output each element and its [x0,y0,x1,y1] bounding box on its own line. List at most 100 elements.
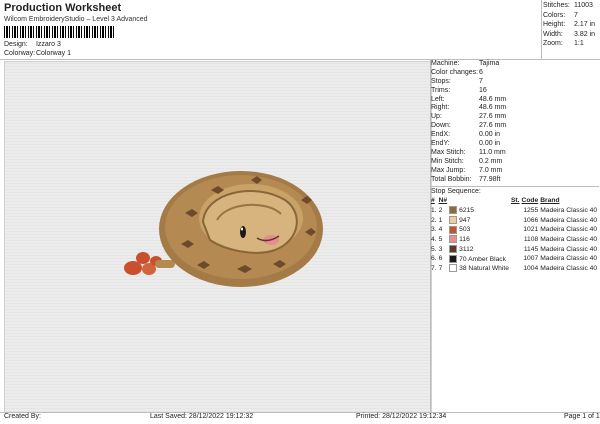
cell-n: 1 [438,216,443,224]
info-row: EndX: 0.00 in [431,131,599,140]
software-subtitle: Wilcom EmbroideryStudio – Level 3 Advanc… [4,16,148,23]
info-row: Color changes:6 [431,69,599,78]
cell-num: 5. [431,245,437,253]
cell-st: 1007 [523,255,539,263]
info-label: Color changes: [431,68,479,76]
stat-colors: Colors: 7 [543,12,595,22]
snake-head [201,190,298,254]
info-label: Max Jump: [431,166,466,174]
thread-color-swatch [449,225,458,234]
snake-embroidery-image [124,171,323,287]
info-row: Machine: Tajima [431,60,599,69]
cell-brand: Madeira Classic 40 [540,226,598,234]
info-value: 77.98ft [479,175,501,183]
cell-brand: Madeira Classic 40 [540,235,598,243]
info-label: Min Stitch: [431,157,464,165]
cell-n: 6 [438,255,443,263]
table-row: 5. 3 3112 1145 Madeira Classic 40 [431,244,599,254]
cell-n: 5 [438,235,443,243]
cell-n: 2 [438,206,443,214]
spacer-cell [511,215,522,225]
thread-color-swatch [449,206,458,215]
info-value: 11.0 mm [479,148,506,156]
spacer-cell [511,225,522,235]
cell-st: 1108 [523,235,539,243]
stat-value: 1:1 [574,40,584,47]
info-label: Trims: [431,86,451,94]
info-label: Right: [431,104,450,112]
stop-sequence-title: Stop Sequence: [431,186,599,195]
cell-brand: Madeira Classic 40 [540,255,598,263]
cell-brand: Madeira Classic 40 [540,264,598,272]
colorway-row: Colorway: Colorway 1 [4,50,71,57]
info-label: Up: [431,113,442,121]
info-label: Down: [431,122,451,130]
colorway-value: Colorway 1 [35,50,71,57]
table-row: 2. 1 947 1066 Madeira Classic 40 [431,215,599,225]
table-header-row: # N# St. Code Brand [431,196,599,205]
info-label: Left: [431,95,445,103]
design-label: Design: [4,41,28,48]
cell-num: 2. [431,216,437,224]
thread-swatch-cell: 6215 [449,205,511,215]
stat-label: Zoom: [543,40,563,47]
info-row: Down: 27.6 mm [431,122,599,131]
thread-name: 503 [459,226,471,234]
spacer-cell [511,205,522,215]
info-row: Up: 27.6 mm [431,113,599,122]
stat-label: Colors: [543,11,566,19]
cell-brand: Madeira Classic 40 [540,206,598,214]
stat-width: Width: 3.82 in [543,31,595,41]
cell-num: 3. [431,226,437,234]
col-header-needle: N# [438,197,448,205]
stat-value: 2.17 in [574,21,596,28]
stat-label: Height: [543,21,566,28]
spacer-cell [511,264,522,274]
spacer-cell [511,254,522,264]
info-label: EndX: [431,131,451,139]
thread-swatch-cell: 3112 [449,244,511,254]
thread-color-swatch [449,245,458,254]
stats-divider [541,0,542,59]
thread-swatch-cell: 70 Amber Black [449,254,511,264]
cell-st: 1066 [523,216,539,224]
cell-st: 1255 [523,206,539,214]
stat-stitches: Stitches: 11003 [543,2,595,12]
info-row: Max Stitch: 11.0 mm [431,149,599,158]
thread-color-swatch [449,264,458,273]
col-header-brand: Brand [540,197,560,205]
design-row: Design: Izzaro 3 [4,41,61,48]
stat-value: 7 [574,11,578,19]
spacer-cell [511,235,522,245]
table-row: 7. 7 38 Natural White 1004 Madeira Classic 4… [431,264,599,274]
stat-height: Height: 2.17 in [543,21,595,31]
footer-divider [0,412,600,413]
stat-zoom: Zoom: 1:1 [543,40,595,50]
last-saved: Last Saved: 28/12/2022 19:12:32 [150,413,254,420]
col-header-color [449,196,511,205]
stat-value: 3.82 in [574,30,596,38]
cell-num: 4. [431,235,437,243]
info-row: Stops: 7 [431,78,599,87]
col-header-stitches: St. [510,197,520,205]
design-preview [4,61,432,413]
info-value: 27.6 mm [479,113,507,121]
thread-name: 116 [459,236,470,244]
info-value: 7 [479,77,483,85]
info-label: Total Bobbin: [431,175,472,183]
thread-name: 70 Amber Black [459,255,506,263]
thread-name: 38 Natural White [459,265,509,273]
info-value: 48.6 mm [479,104,507,112]
info-value: 7.0 mm [479,166,503,174]
stat-label: Stitches: [543,2,570,9]
created-by: Created By: [4,413,41,420]
col-header-code: Code [521,197,539,205]
cell-n: 7 [438,264,443,272]
thread-swatch-cell: 503 [449,225,511,235]
table-row: 1. 2 6215 1255 Madeira Classic 40 [431,205,599,215]
stop-sequence-table: # N# St. Code Brand 1. 2 6215 1255 Madeira C… [431,196,599,273]
thread-swatch-cell: 38 Natural White [449,264,511,274]
thread-name: 6215 [459,207,475,215]
info-label: Machine: [431,60,460,67]
top-stats: Stitches: 11003 Colors: 7 Height: 2.17 in W… [543,2,595,50]
